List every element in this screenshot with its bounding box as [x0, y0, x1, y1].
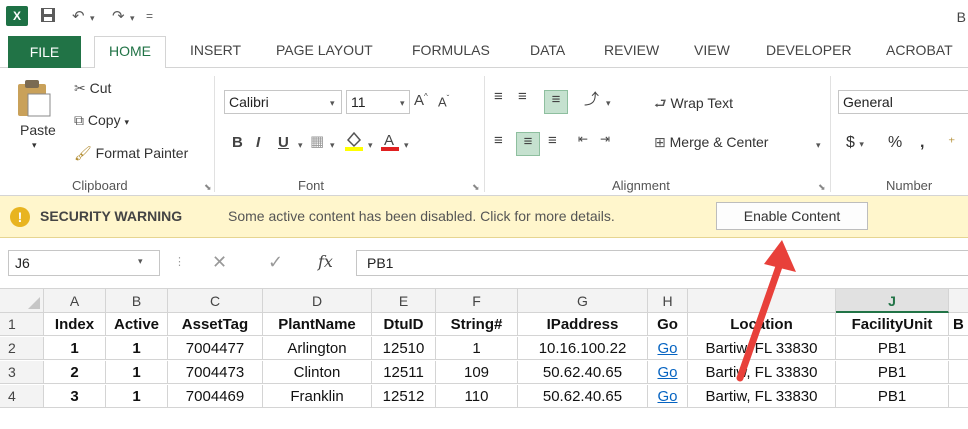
annotation-arrow: [736, 240, 796, 382]
